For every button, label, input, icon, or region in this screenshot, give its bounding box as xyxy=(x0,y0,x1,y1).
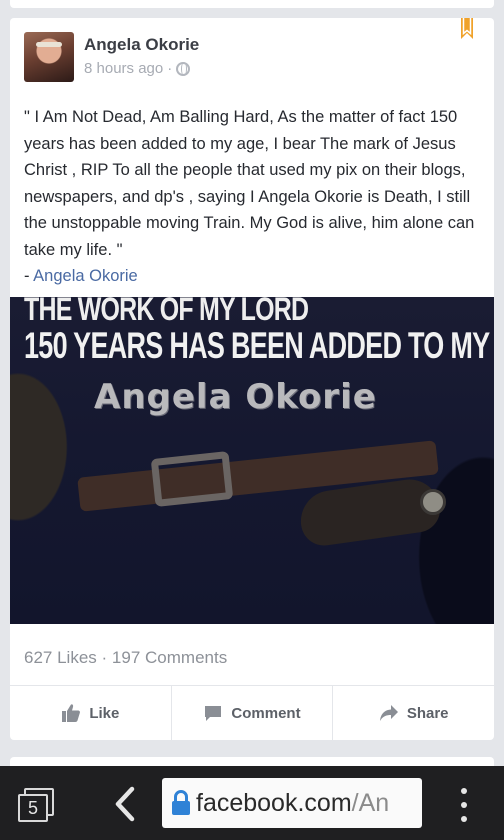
comment-label: Comment xyxy=(231,704,301,722)
post-text: " I Am Not Dead, Am Balling Hard, As the… xyxy=(24,104,484,290)
tabs-button[interactable]: 5 xyxy=(18,788,56,822)
attribution-link[interactable]: Angela Okorie xyxy=(33,267,138,285)
attribution-prefix: - xyxy=(24,267,34,285)
image-caption-line2: 150 YEARS HAS BEEN ADDED TO MY AGE xyxy=(24,325,494,366)
post-stats: 627 Likes · 197 Comments xyxy=(24,648,227,668)
photo-buckle xyxy=(150,451,234,507)
post-photo[interactable]: THE WORK OF MY LORD 150 YEARS HAS BEEN A… xyxy=(10,297,494,624)
browser-toolbar: 5 facebook.com/An xyxy=(0,766,504,840)
comment-button[interactable]: Comment xyxy=(170,686,333,740)
image-caption-name: Angela Okorie xyxy=(94,377,377,417)
share-label: Share xyxy=(406,704,449,722)
share-button[interactable]: Share xyxy=(332,686,494,740)
lock-icon xyxy=(172,790,190,815)
bookmark-icon[interactable] xyxy=(460,18,474,40)
post-attribution: - Angela Okorie xyxy=(24,263,484,290)
thumbs-up-icon xyxy=(62,704,81,722)
share-arrow-icon xyxy=(379,705,398,721)
comments-count[interactable]: 197 Comments xyxy=(112,648,227,667)
like-label: Like xyxy=(89,704,120,722)
avatar[interactable] xyxy=(24,32,74,82)
post-card: Angela Okorie 8 hours ago · " I Am Not D… xyxy=(10,18,494,740)
url-path: /An xyxy=(351,788,390,817)
meta-separator: · xyxy=(167,60,173,77)
tab-count: 5 xyxy=(18,794,48,822)
author-name[interactable]: Angela Okorie xyxy=(84,35,199,55)
post-quote: " I Am Not Dead, Am Balling Hard, As the… xyxy=(24,108,475,259)
post-timestamp[interactable]: 8 hours ago xyxy=(84,60,163,77)
chevron-left-icon[interactable] xyxy=(110,786,140,822)
stats-separator: · xyxy=(101,648,108,667)
post-actions: Like Comment Share xyxy=(10,686,494,740)
comment-bubble-icon xyxy=(205,706,222,721)
address-bar[interactable]: facebook.com/An xyxy=(162,778,422,828)
photo-watch xyxy=(420,489,446,515)
globe-icon xyxy=(176,61,191,76)
post-meta: 8 hours ago · xyxy=(84,60,191,77)
like-button[interactable]: Like xyxy=(10,686,171,740)
url-domain: facebook.com xyxy=(196,788,352,817)
likes-count[interactable]: 627 Likes xyxy=(24,648,97,667)
image-caption-line1: THE WORK OF MY LORD xyxy=(24,297,309,327)
more-vertical-icon[interactable] xyxy=(459,788,469,822)
previous-card-edge xyxy=(10,0,494,8)
url-text: facebook.com/An xyxy=(196,789,389,818)
